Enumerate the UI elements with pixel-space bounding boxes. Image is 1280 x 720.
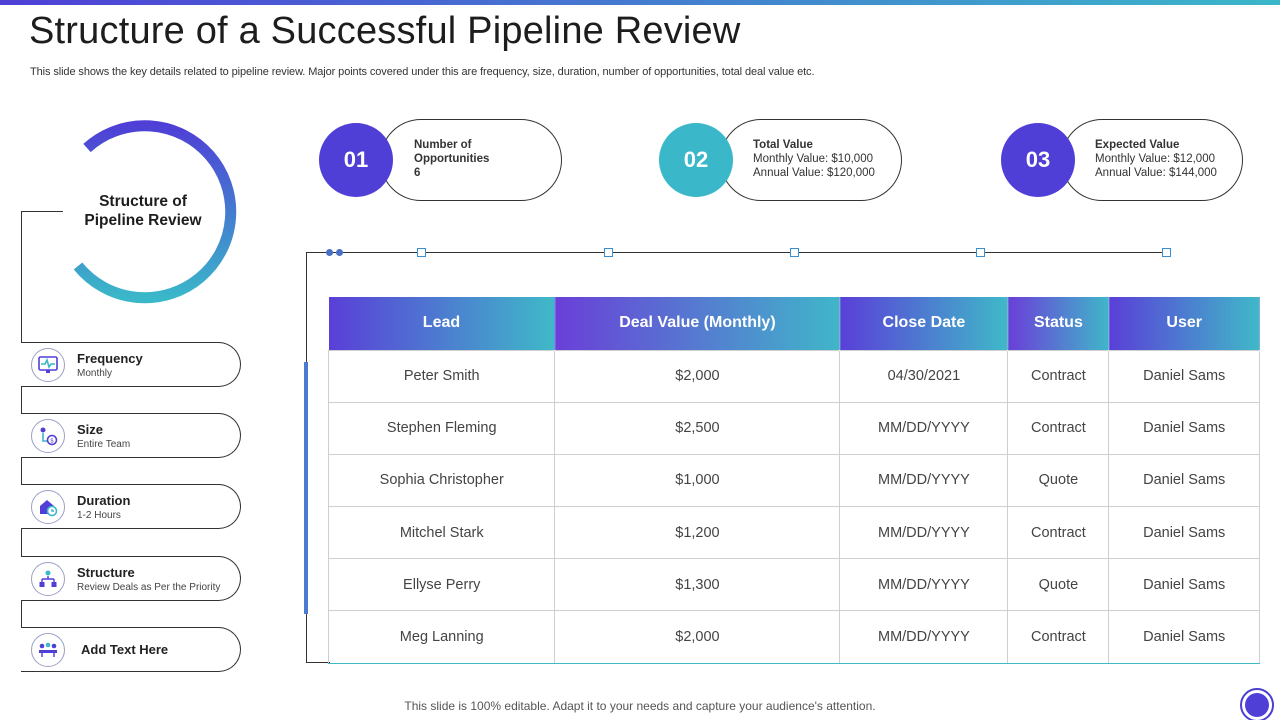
col-header-deal-value: Deal Value (Monthly): [554, 297, 841, 350]
left-item-sub: Review Deals as Per the Priority: [77, 582, 221, 593]
left-item-frequency[interactable]: Frequency Monthly: [21, 342, 241, 387]
corner-logo-icon: [1240, 688, 1274, 720]
left-item-title: Add Text Here: [81, 642, 169, 657]
left-item-size[interactable]: $ Size Entire Team: [21, 413, 241, 458]
col-header-user: User: [1108, 297, 1260, 350]
cell-user: Daniel Sams: [1108, 453, 1260, 508]
cell-lead: Stephen Fleming: [327, 401, 556, 455]
left-item-title: Duration: [77, 493, 131, 508]
table-row: Meg Lanning $2,000 MM/DD/YYYY Contract D…: [327, 610, 1260, 664]
cell-deal-value: $1,300: [554, 558, 841, 612]
card-3-heading: Expected Value: [1095, 139, 1180, 151]
cell-lead: Sophia Christopher: [327, 453, 556, 508]
cell-user: Daniel Sams: [1108, 401, 1260, 455]
left-item-duration[interactable]: Duration 1-2 Hours: [21, 484, 241, 529]
footer-note: This slide is 100% editable. Adapt it to…: [404, 699, 876, 713]
card-1-line3: 6: [414, 167, 421, 179]
left-item-sub: Entire Team: [77, 439, 131, 450]
left-item-add-text[interactable]: Add Text Here: [21, 627, 241, 672]
table-row: Mitchel Stark $1,200 MM/DD/YYYY Contract…: [327, 506, 1260, 560]
cell-close-date: MM/DD/YYYY: [839, 453, 1009, 508]
cell-user: Daniel Sams: [1108, 558, 1260, 612]
card-3-text: Expected Value Monthly Value: $12,000 An…: [1095, 138, 1217, 180]
card-1-text: Number of Opportunities 6: [414, 138, 489, 180]
left-item-structure[interactable]: Structure Review Deals as Per the Priori…: [21, 556, 241, 601]
left-item-title: Structure: [77, 565, 135, 580]
table-row: Stephen Fleming $2,500 MM/DD/YYYY Contra…: [327, 401, 1260, 455]
cell-status: Contract: [1007, 401, 1110, 455]
cell-lead: Mitchel Stark: [327, 506, 556, 560]
house-clock-icon: [31, 490, 65, 524]
svg-text:$: $: [50, 438, 54, 445]
card-3-line2: Monthly Value: $12,000: [1095, 153, 1215, 165]
timeline-node: [1162, 248, 1171, 257]
col-header-status: Status: [1007, 297, 1110, 350]
page-title: Structure of a Successful Pipeline Revie…: [29, 10, 741, 52]
cell-close-date: MM/DD/YYYY: [839, 610, 1009, 664]
timeline-node: [417, 248, 426, 257]
cell-status: Contract: [1007, 506, 1110, 560]
timeline-bottom: [306, 662, 330, 663]
left-item-sub: Monthly: [77, 368, 113, 379]
cell-lead: Meg Lanning: [327, 610, 556, 664]
card-2-number: 02: [683, 147, 709, 172]
card-1-number-badge: 01: [319, 123, 393, 197]
timeline-accent: [304, 362, 308, 614]
timeline-node: [604, 248, 613, 257]
timeline-line: [306, 252, 1170, 253]
cell-status: Contract: [1007, 610, 1110, 664]
table-row: Ellyse Perry $1,300 MM/DD/YYYY Quote Dan…: [327, 558, 1260, 612]
cell-close-date: MM/DD/YYYY: [839, 506, 1009, 560]
card-3-number-badge: 03: [1001, 123, 1075, 197]
cell-close-date: 04/30/2021: [839, 349, 1009, 403]
table-row: Sophia Christopher $1,000 MM/DD/YYYY Quo…: [327, 453, 1260, 508]
left-connector-top: [21, 211, 63, 212]
card-3-number: 03: [1025, 147, 1051, 172]
monitor-pulse-icon: [31, 348, 65, 382]
card-1-heading: Number of: [414, 139, 472, 151]
ring-label: Structure of Pipeline Review: [84, 193, 202, 229]
page-subtitle: This slide shows the key details related…: [30, 66, 815, 78]
card-2-number-badge: 02: [659, 123, 733, 197]
left-item-title: Size: [77, 422, 104, 437]
timeline-node: [976, 248, 985, 257]
cell-status: Quote: [1007, 453, 1110, 508]
card-3-line3: Annual Value: $144,000: [1095, 167, 1217, 179]
card-1-number: 01: [343, 147, 369, 172]
card-2-heading: Total Value: [753, 139, 813, 151]
card-2-line2: Monthly Value: $10,000: [753, 153, 873, 165]
col-header-lead: Lead: [328, 297, 556, 350]
timeline-dot: [336, 249, 343, 256]
org-chart-icon: [31, 562, 65, 596]
cell-lead: Peter Smith: [327, 349, 556, 403]
cell-close-date: MM/DD/YYYY: [839, 558, 1009, 612]
cell-lead: Ellyse Perry: [327, 558, 556, 612]
cell-user: Daniel Sams: [1108, 349, 1260, 403]
pipeline-table: Lead Deal Value (Monthly) Close Date Sta…: [327, 297, 1260, 664]
left-item-sub: 1-2 Hours: [77, 510, 121, 521]
table-row: Peter Smith $2,000 04/30/2021 Contract D…: [327, 349, 1260, 403]
card-2-line3: Annual Value: $120,000: [753, 167, 875, 179]
col-header-close-date: Close Date: [839, 297, 1009, 350]
cell-deal-value: $2,000: [554, 349, 841, 403]
card-1-line2: Opportunities: [414, 153, 490, 165]
cell-deal-value: $1,000: [554, 453, 841, 508]
cell-user: Daniel Sams: [1108, 610, 1260, 664]
cell-status: Contract: [1007, 349, 1110, 403]
cell-close-date: MM/DD/YYYY: [839, 401, 1009, 455]
timeline-dot: [326, 249, 333, 256]
left-item-title: Frequency: [77, 351, 143, 366]
cell-deal-value: $1,200: [554, 506, 841, 560]
team-icon: [31, 633, 65, 667]
cell-user: Daniel Sams: [1108, 506, 1260, 560]
card-2-text: Total Value Monthly Value: $10,000 Annua…: [753, 138, 875, 180]
cell-deal-value: $2,500: [554, 401, 841, 455]
cell-status: Quote: [1007, 558, 1110, 612]
cell-deal-value: $2,000: [554, 610, 841, 664]
table-header-row: Lead Deal Value (Monthly) Close Date Sta…: [328, 297, 1260, 350]
top-accent-bar: [0, 0, 1280, 5]
money-flow-icon: $: [31, 419, 65, 453]
timeline-node: [790, 248, 799, 257]
